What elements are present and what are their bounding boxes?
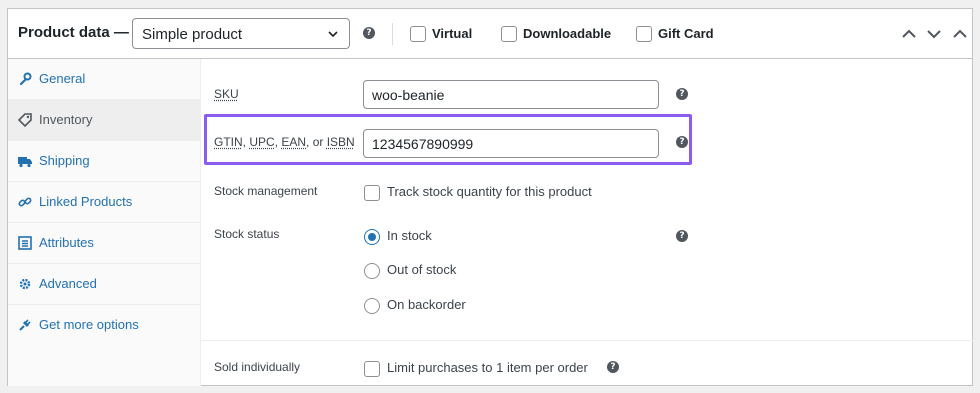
sku-value: woo-beanie (372, 87, 445, 103)
out-of-stock-label: Out of stock (387, 262, 457, 277)
tag-icon (18, 113, 32, 127)
collapse-icon[interactable] (952, 26, 968, 42)
tab-label: General (39, 71, 86, 86)
virtual-checkbox[interactable] (410, 26, 426, 42)
wrench-icon (19, 72, 32, 86)
help-icon[interactable]: ? (607, 361, 619, 373)
sold-individually-checkbox-label: Limit purchases to 1 item per order (387, 360, 588, 375)
virtual-label: Virtual (432, 26, 473, 41)
in-stock-label: In stock (387, 228, 432, 243)
divider (392, 23, 393, 45)
help-icon[interactable]: ? (363, 27, 375, 39)
downloadable-label: Downloadable (523, 26, 612, 41)
tab-label: Attributes (39, 235, 94, 250)
tab-label: Linked Products (39, 194, 133, 209)
stock-management-label: Stock management (214, 184, 318, 198)
move-up-icon[interactable] (901, 26, 917, 42)
link-icon (18, 197, 32, 207)
tab-attributes[interactable]: Attributes (8, 223, 201, 264)
help-icon[interactable]: ? (676, 88, 688, 100)
sku-label: SKU (214, 87, 239, 101)
tab-general[interactable]: General (8, 59, 201, 100)
help-icon[interactable]: ? (676, 136, 688, 148)
gift-card-label: Gift Card (658, 26, 714, 41)
on-backorder-label: On backorder (387, 297, 466, 312)
tab-shipping[interactable]: Shipping (8, 141, 201, 182)
stock-management-checkbox[interactable] (364, 185, 380, 201)
tab-label: Inventory (39, 112, 93, 127)
tab-linked-products[interactable]: Linked Products (8, 182, 201, 223)
product-type-value: Simple product (142, 26, 243, 43)
list-icon (18, 236, 32, 250)
divider (202, 340, 974, 341)
move-down-icon[interactable] (926, 26, 942, 42)
sold-individually-label: Sold individually (214, 360, 301, 374)
truck-icon (18, 157, 32, 168)
downloadable-checkbox[interactable] (501, 26, 517, 42)
chevron-down-icon (328, 31, 338, 38)
tab-label: Advanced (39, 276, 97, 291)
tab-advanced[interactable]: Advanced (8, 264, 201, 305)
out-of-stock-radio[interactable] (364, 263, 380, 279)
product-type-select[interactable]: Simple product (132, 18, 350, 49)
gtin-input[interactable]: 1234567890999 (363, 129, 659, 158)
tab-label: Shipping (39, 153, 90, 168)
sold-individually-checkbox[interactable] (364, 361, 380, 377)
product-data-panel: Product data — Simple product ? Virtual … (7, 8, 974, 386)
product-data-header: Product data — Simple product ? Virtual … (8, 9, 972, 59)
gtin-value: 1234567890999 (372, 136, 474, 152)
inventory-panel: SKU woo-beanie ? GTIN, UPC, EAN, or ISBN… (202, 59, 974, 386)
stock-status-label: Stock status (214, 227, 280, 241)
gift-card-checkbox[interactable] (636, 26, 652, 42)
on-backorder-radio[interactable] (364, 298, 380, 314)
help-icon[interactable]: ? (676, 230, 688, 242)
stock-management-checkbox-label: Track stock quantity for this product (387, 184, 592, 199)
gear-icon (19, 278, 31, 290)
tab-label: Get more options (39, 317, 139, 332)
sku-input[interactable]: woo-beanie (363, 80, 659, 109)
tab-get-more-options[interactable]: Get more options (8, 305, 201, 346)
product-data-tabs: General Inventory Shipping Linked Produc… (8, 59, 201, 386)
plugin-icon (19, 319, 31, 331)
tab-inventory[interactable]: Inventory (8, 100, 201, 141)
gtin-label: GTIN, UPC, EAN, or ISBN (214, 135, 355, 149)
in-stock-radio[interactable] (364, 229, 380, 245)
panel-title: Product data — (18, 24, 129, 41)
